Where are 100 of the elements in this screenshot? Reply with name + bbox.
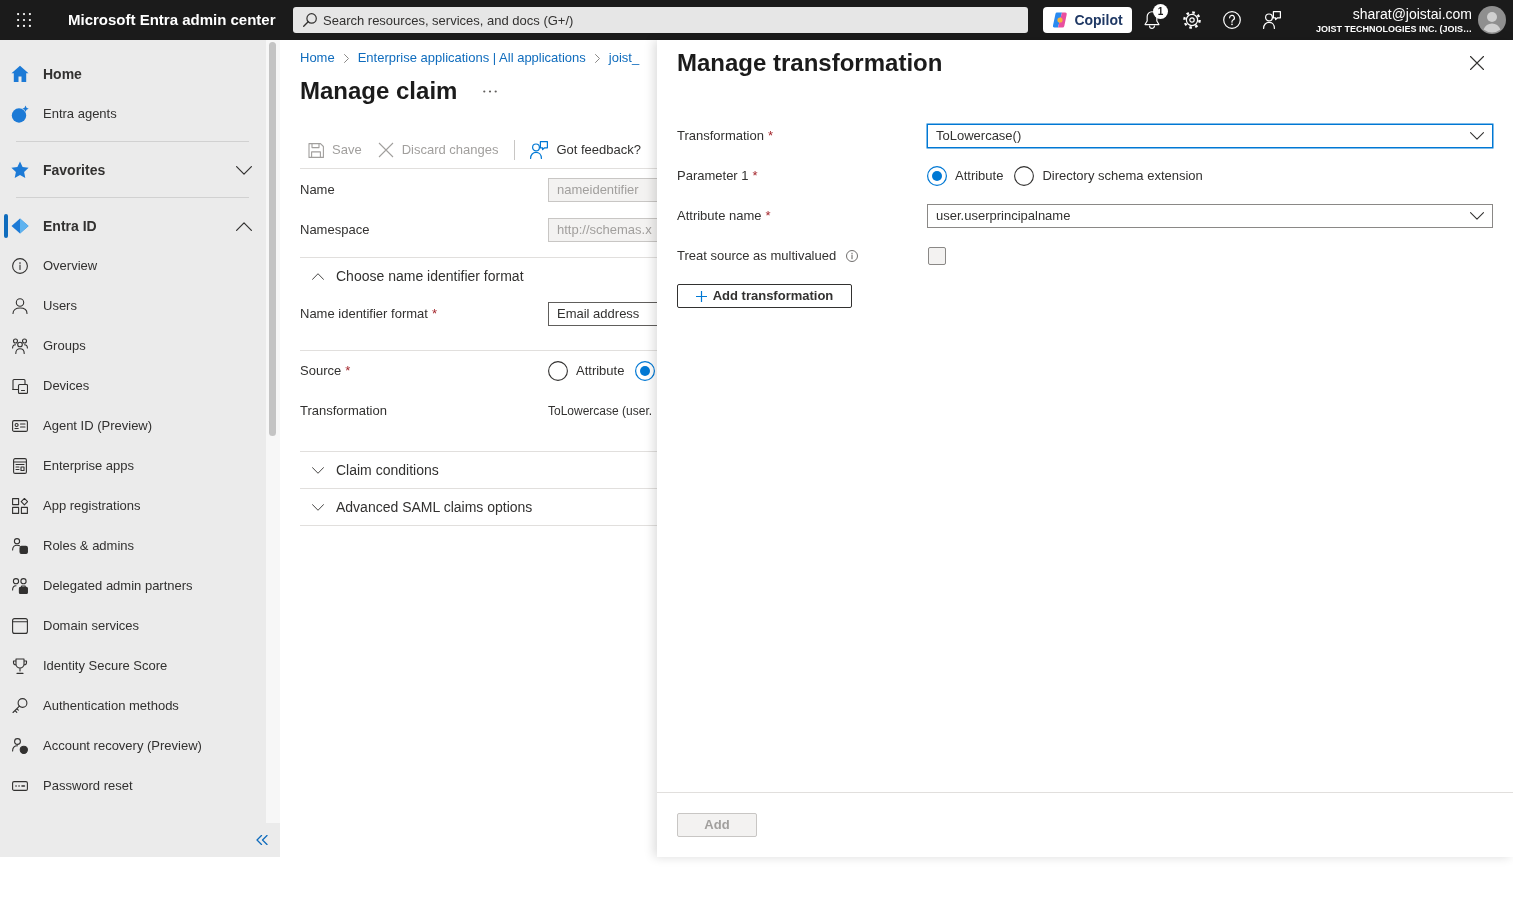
trophy-icon xyxy=(12,658,28,674)
app-window-icon xyxy=(12,458,28,474)
field-value: ToLowercase (user. xyxy=(548,403,653,420)
user-email: sharat@joistai.com xyxy=(1352,5,1472,23)
field-label: Namespace xyxy=(300,221,371,240)
copilot-button[interactable]: Copilot xyxy=(1043,7,1132,33)
avatar-icon[interactable] xyxy=(1478,6,1506,34)
dropdown[interactable]: user.userprincipalname xyxy=(927,204,1493,228)
chevron-up-icon[interactable] xyxy=(236,221,252,231)
chevron-right-icon xyxy=(343,53,349,63)
field-label: Name xyxy=(300,181,336,200)
more-icon[interactable] xyxy=(483,89,498,93)
section-header[interactable]: Choose name identifier format xyxy=(300,258,524,294)
cross-icon xyxy=(377,142,394,158)
bell-icon[interactable] xyxy=(1144,11,1160,29)
help-icon[interactable] xyxy=(1223,11,1241,29)
app-title: Microsoft Entra admin center xyxy=(67,9,277,30)
field-label: Transformation * xyxy=(677,127,773,146)
field-label: Name identifier format * xyxy=(300,305,438,324)
page-title: Manage claim xyxy=(300,76,458,106)
person-speech-bubble-icon xyxy=(530,141,549,159)
sidebar-item[interactable]: Home xyxy=(0,54,266,94)
sidebar-item[interactable]: Authentication methods xyxy=(0,686,266,726)
sidebar-item[interactable]: Roles & admins xyxy=(0,526,266,566)
checkbox[interactable] xyxy=(928,247,946,265)
grid-menu-icon[interactable] xyxy=(17,13,31,27)
radio-button[interactable] xyxy=(548,361,568,381)
settings-icon[interactable] xyxy=(1183,11,1201,29)
window-icon xyxy=(12,618,28,634)
sidebar-item[interactable]: Devices xyxy=(0,366,266,406)
app-grid-icon xyxy=(12,498,28,514)
field-label: Parameter 1 * xyxy=(677,167,758,186)
notification-badge: 1 xyxy=(1153,4,1168,19)
diamond-icon xyxy=(11,217,29,235)
people-briefcase-icon xyxy=(12,578,28,594)
sidebar-item[interactable]: Favorites xyxy=(0,150,266,190)
search-icon xyxy=(303,13,317,27)
sidebar-item[interactable]: Overview xyxy=(0,246,266,286)
section-header[interactable]: Claim conditions xyxy=(300,452,439,488)
person-speech-bubble-icon[interactable] xyxy=(1263,11,1281,29)
radio-button[interactable] xyxy=(1014,166,1035,186)
sidebar-item[interactable]: Enterprise apps xyxy=(0,446,266,486)
field-label: Attribute name * xyxy=(677,207,771,226)
sidebar-item[interactable]: Domain services xyxy=(0,606,266,646)
breadcrumb-link[interactable]: joist_ xyxy=(608,48,640,68)
person-icon xyxy=(12,298,28,314)
chevron-down-icon[interactable] xyxy=(1470,212,1484,220)
close-icon[interactable] xyxy=(1470,56,1484,70)
double-chevron-left-icon[interactable] xyxy=(256,835,268,845)
sidebar-item[interactable]: Password reset xyxy=(0,766,266,806)
id-card-icon xyxy=(12,418,28,434)
breadcrumb-link[interactable]: Home xyxy=(300,48,335,68)
sidebar-item[interactable]: Agent ID (Preview) xyxy=(0,406,266,446)
add-transformation-button[interactable]: Add transformation xyxy=(677,284,852,308)
sidebar-item[interactable]: Groups xyxy=(0,326,266,366)
radio-button[interactable] xyxy=(635,361,656,381)
sidebar-item[interactable]: Entra agents xyxy=(0,94,266,134)
people-icon xyxy=(12,338,28,354)
sidebar-item[interactable]: Account recovery (Preview) xyxy=(0,726,266,766)
plus-icon xyxy=(695,290,707,302)
sidebar-item[interactable]: App registrations xyxy=(0,486,266,526)
radio-label: Directory schema extension xyxy=(1042,167,1203,186)
chevron-up-icon[interactable] xyxy=(312,272,324,280)
chevron-down-icon[interactable] xyxy=(312,466,324,474)
chevron-right-icon xyxy=(594,53,600,63)
feedback-button[interactable]: Got feedback? xyxy=(530,140,641,160)
password-field-icon xyxy=(12,778,28,794)
chevron-down-icon[interactable] xyxy=(312,503,324,511)
chevron-down-icon[interactable] xyxy=(236,165,252,175)
floppy-disk-icon xyxy=(308,142,324,158)
breadcrumb-link[interactable]: Enterprise applications | All applications xyxy=(357,48,586,68)
home-icon xyxy=(11,65,29,83)
info-circle-icon xyxy=(12,258,28,274)
key-icon xyxy=(12,698,28,714)
radio-button[interactable] xyxy=(927,166,947,186)
field-label: Transformation xyxy=(300,402,388,421)
section-header[interactable]: Advanced SAML claims options xyxy=(300,489,533,525)
text-field: nameidentifier xyxy=(548,178,657,202)
tenant-name: JOIST TECHNOLOGIES INC. (JOIS… xyxy=(1315,22,1472,35)
panel-title: Manage transformation xyxy=(677,48,943,78)
chevron-down-icon[interactable] xyxy=(1470,132,1484,140)
text-field[interactable]: Email address xyxy=(548,302,657,326)
field-label: Source * xyxy=(300,362,352,381)
radio-label: Attribute xyxy=(955,167,1004,186)
sidebar-item[interactable]: Users xyxy=(0,286,266,326)
star-icon xyxy=(11,161,29,179)
sidebar-item[interactable]: Identity Secure Score xyxy=(0,646,266,686)
sidebar-item[interactable]: Entra ID xyxy=(0,206,266,246)
search-field[interactable]: Search resources, services, and docs (G+/) xyxy=(293,7,1028,33)
text-field: http://schemas.x xyxy=(548,218,657,242)
logo-icon xyxy=(1052,12,1069,28)
scrollbar-thumb[interactable] xyxy=(269,42,276,436)
devices-icon xyxy=(12,378,28,394)
sidebar-item[interactable]: Delegated admin partners xyxy=(0,566,266,606)
field-label: Treat source as multivalued xyxy=(677,247,837,266)
person-clock-icon xyxy=(12,738,28,754)
radio-label: Attribute xyxy=(576,362,625,381)
bubble-sparkle-icon xyxy=(11,105,29,123)
dropdown[interactable]: ToLowercase() xyxy=(927,124,1493,148)
person-badge-icon xyxy=(12,538,28,554)
